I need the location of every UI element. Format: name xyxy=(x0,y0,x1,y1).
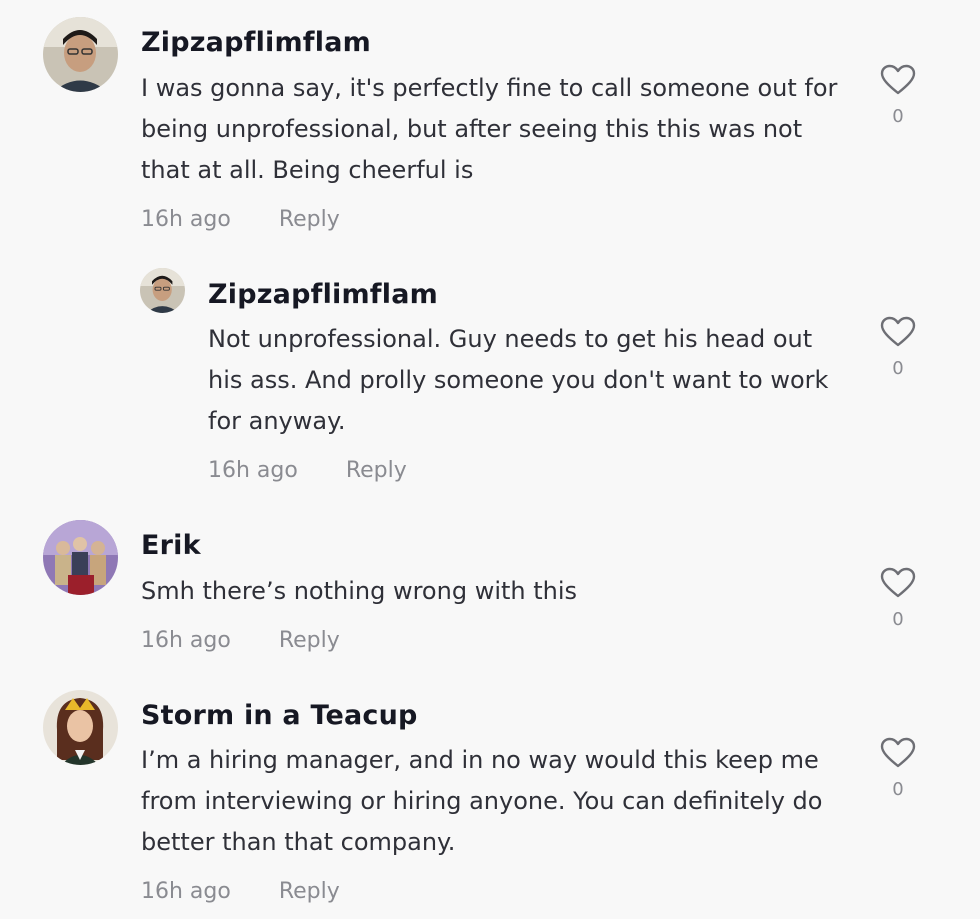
comment-text: Smh there’s nothing wrong with this xyxy=(141,577,578,605)
like-count: 0 xyxy=(892,106,904,127)
reply-button[interactable]: Reply xyxy=(279,879,340,904)
comment-meta: 16h ago Reply xyxy=(141,879,340,904)
reply-button[interactable]: Reply xyxy=(279,207,340,232)
comment-username[interactable]: Zipzapflimflam xyxy=(208,279,438,310)
comment-timestamp: 16h ago xyxy=(141,207,231,232)
avatar[interactable] xyxy=(43,690,118,765)
heart-icon xyxy=(880,737,916,768)
man-portrait-avatar-icon xyxy=(43,17,118,92)
comment-username[interactable]: Erik xyxy=(141,530,201,561)
comment-timestamp: 16h ago xyxy=(141,879,231,904)
comment-text: I was gonna say, it's perfectly fine to … xyxy=(141,74,838,184)
comment-username[interactable]: Storm in a Teacup xyxy=(141,700,418,731)
comment-timestamp: 16h ago xyxy=(141,628,231,653)
avatar[interactable] xyxy=(140,268,185,313)
comment-username[interactable]: Zipzapflimflam xyxy=(141,27,371,58)
heart-icon xyxy=(880,567,916,598)
comment-text: I’m a hiring manager, and in no way woul… xyxy=(141,746,823,856)
comment-timestamp: 16h ago xyxy=(208,458,298,483)
like-button[interactable]: 0 xyxy=(878,64,918,127)
reply-button[interactable]: Reply xyxy=(279,628,340,653)
avatar[interactable] xyxy=(43,520,118,595)
avatar[interactable] xyxy=(43,17,118,92)
like-count: 0 xyxy=(892,609,904,630)
reply-button[interactable]: Reply xyxy=(346,458,407,483)
like-count: 0 xyxy=(892,779,904,800)
group-photo-avatar-icon xyxy=(43,520,118,595)
like-button[interactable]: 0 xyxy=(878,567,918,630)
heart-icon xyxy=(880,316,916,347)
comment-meta: 16h ago Reply xyxy=(208,458,407,483)
comment-text: Not unprofessional. Guy needs to get his… xyxy=(208,325,829,435)
heart-icon xyxy=(880,64,916,95)
comment-meta: 16h ago Reply xyxy=(141,207,340,232)
like-button[interactable]: 0 xyxy=(878,737,918,800)
woman-portrait-avatar-icon xyxy=(43,690,118,765)
like-count: 0 xyxy=(892,358,904,379)
comment-meta: 16h ago Reply xyxy=(141,628,340,653)
man-portrait-avatar-icon xyxy=(140,268,185,313)
like-button[interactable]: 0 xyxy=(878,316,918,379)
